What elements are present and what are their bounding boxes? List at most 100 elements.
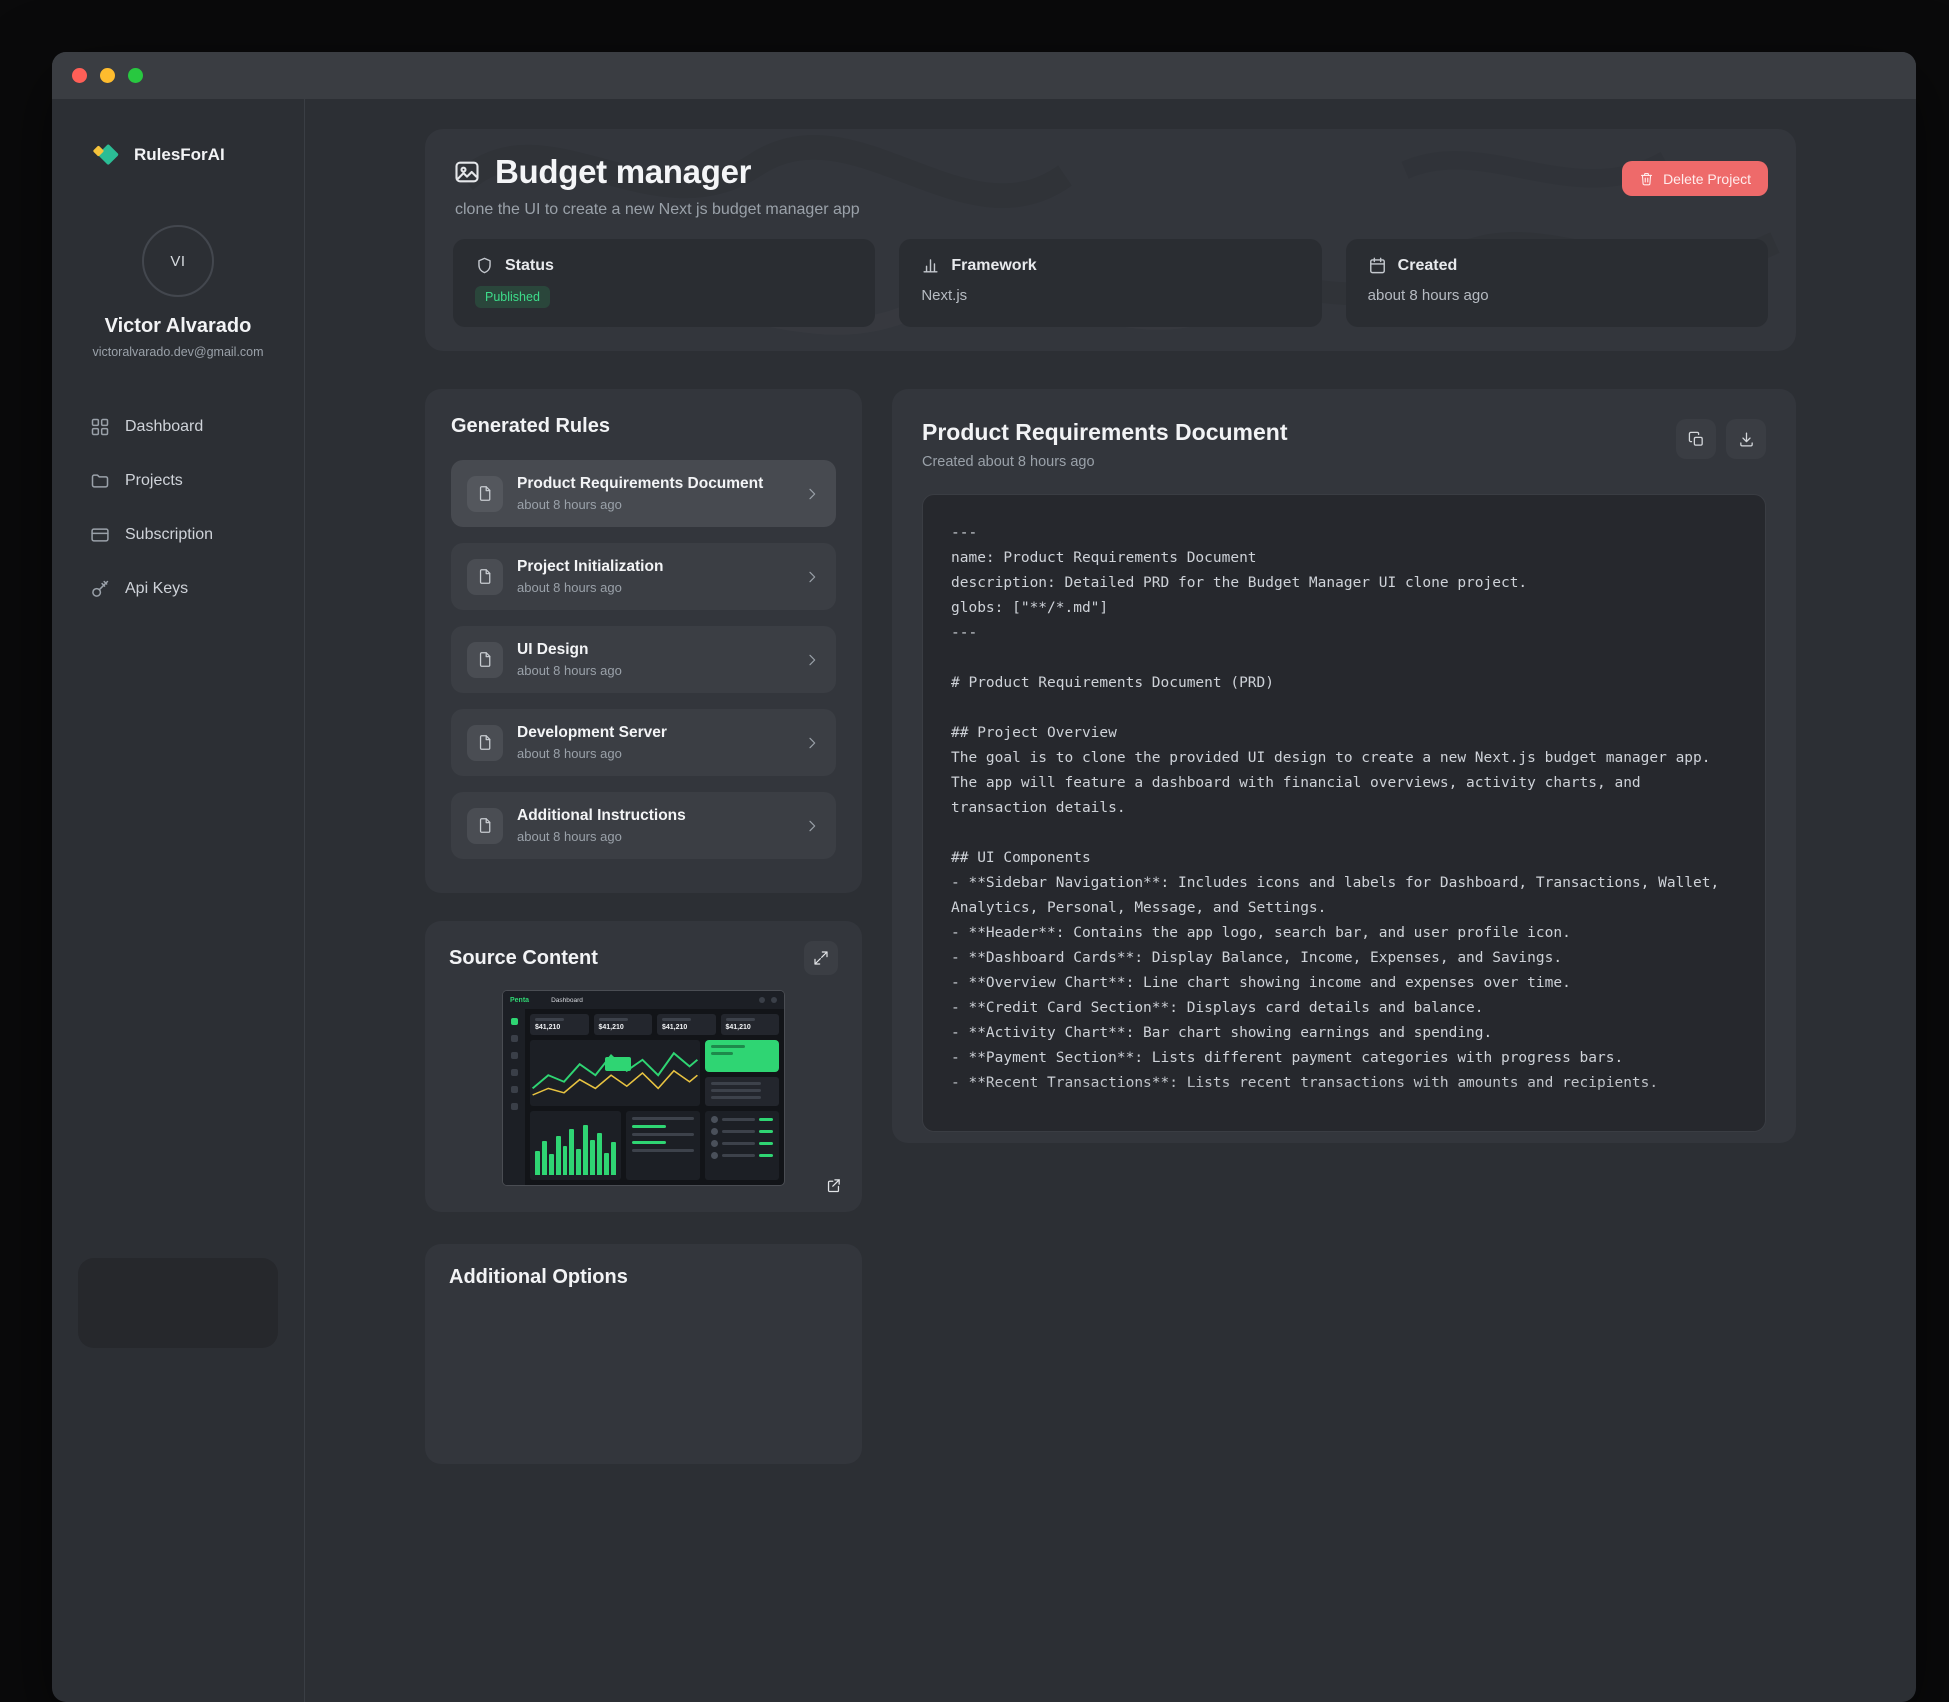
window-close-button[interactable] xyxy=(72,68,87,83)
file-icon xyxy=(467,476,503,512)
delete-project-button[interactable]: Delete Project xyxy=(1622,161,1768,196)
app-window: RulesForAI VI Victor Alvarado victoralva… xyxy=(52,52,1916,1702)
chevron-right-icon xyxy=(804,735,820,751)
thumb-header: Penta Dashboard xyxy=(503,991,784,1009)
left-column: Generated Rules Product Requirements Doc… xyxy=(425,389,862,1464)
page-title: Budget manager xyxy=(495,153,751,191)
delete-project-label: Delete Project xyxy=(1663,171,1751,187)
source-content-panel: Source Content Penta Dashboard xyxy=(425,921,862,1212)
user-name: Victor Alvarado xyxy=(52,315,304,338)
thumb-credit-card xyxy=(705,1040,779,1072)
document-panel: Product Requirements Document Created ab… xyxy=(892,389,1796,1143)
project-header: Budget manager clone the UI to create a … xyxy=(425,129,1796,351)
folder-icon xyxy=(90,471,110,491)
rule-meta: about 8 hours ago xyxy=(517,580,790,595)
rule-meta: about 8 hours ago xyxy=(517,663,790,678)
rule-item-additional-instructions[interactable]: Additional Instructions about 8 hours ag… xyxy=(451,792,836,859)
image-icon xyxy=(453,158,481,186)
created-value: about 8 hours ago xyxy=(1368,287,1746,304)
additional-options-title: Additional Options xyxy=(449,1266,838,1289)
rule-title: Additional Instructions xyxy=(517,807,790,825)
sidebar-item-label: Projects xyxy=(125,472,183,490)
rule-item-ui-design[interactable]: UI Design about 8 hours ago xyxy=(451,626,836,693)
document-content-wrap: --- name: Product Requirements Document … xyxy=(922,494,1766,1132)
sidebar-item-api-keys[interactable]: Api Keys xyxy=(76,567,280,611)
source-content-title: Source Content xyxy=(449,947,598,970)
expand-button[interactable] xyxy=(804,941,838,975)
thumb-stat-value: $41,210 xyxy=(599,1024,648,1031)
rule-item-project-initialization[interactable]: Project Initialization about 8 hours ago xyxy=(451,543,836,610)
sidebar-item-label: Api Keys xyxy=(125,580,188,598)
brand: RulesForAI xyxy=(52,99,304,171)
shield-icon xyxy=(475,256,494,275)
chevron-right-icon xyxy=(804,652,820,668)
thumb-brand: Penta xyxy=(510,997,529,1004)
thumb-stat-value: $41,210 xyxy=(535,1024,584,1031)
document-actions xyxy=(1676,419,1766,459)
rule-item-development-server[interactable]: Development Server about 8 hours ago xyxy=(451,709,836,776)
generated-rules-panel: Generated Rules Product Requirements Doc… xyxy=(425,389,862,893)
rule-item-prd[interactable]: Product Requirements Document about 8 ho… xyxy=(451,460,836,527)
sidebar-item-label: Subscription xyxy=(125,526,213,544)
sidebar-item-label: Dashboard xyxy=(125,418,203,436)
sidebar-item-subscription[interactable]: Subscription xyxy=(76,513,280,557)
thumb-page-title: Dashboard xyxy=(551,997,583,1004)
key-icon xyxy=(90,579,110,599)
thumb-stat-value: $41,210 xyxy=(662,1024,711,1031)
bar-chart-icon xyxy=(921,256,940,275)
thumb-sidebar xyxy=(503,1009,525,1185)
file-icon xyxy=(467,559,503,595)
chevron-right-icon xyxy=(804,818,820,834)
thumb-transactions xyxy=(705,1111,779,1180)
sidebar-bottom-card[interactable] xyxy=(78,1258,278,1348)
chevron-right-icon xyxy=(804,569,820,585)
sidebar-item-projects[interactable]: Projects xyxy=(76,459,280,503)
project-subtitle: clone the UI to create a new Next js bud… xyxy=(455,201,860,219)
copy-button[interactable] xyxy=(1676,419,1716,459)
thumb-body: $41,210 $41,210 $41,210 $41,210 xyxy=(525,1009,784,1185)
rule-meta: about 8 hours ago xyxy=(517,497,790,512)
framework-label: Framework xyxy=(951,257,1036,275)
sidebar: RulesForAI VI Victor Alvarado victoralva… xyxy=(52,99,305,1702)
thumb-bar-chart xyxy=(530,1111,621,1180)
download-button[interactable] xyxy=(1726,419,1766,459)
created-label: Created xyxy=(1398,257,1458,275)
framework-value: Next.js xyxy=(921,287,1299,304)
avatar-initials: VI xyxy=(170,253,185,270)
rule-meta: about 8 hours ago xyxy=(517,746,790,761)
sidebar-item-dashboard[interactable]: Dashboard xyxy=(76,405,280,449)
calendar-icon xyxy=(1368,256,1387,275)
avatar: VI xyxy=(142,225,214,297)
file-icon xyxy=(467,642,503,678)
window-zoom-button[interactable] xyxy=(128,68,143,83)
framework-card: Framework Next.js xyxy=(899,239,1321,327)
status-label: Status xyxy=(505,257,554,275)
chevron-right-icon xyxy=(804,486,820,502)
window-minimize-button[interactable] xyxy=(100,68,115,83)
window-titlebar xyxy=(52,52,1916,99)
document-title: Product Requirements Document xyxy=(922,419,1288,446)
diamond-logo-icon xyxy=(90,139,122,171)
rule-title: Product Requirements Document xyxy=(517,475,790,493)
file-icon xyxy=(467,808,503,844)
status-badge: Published xyxy=(475,286,550,308)
document-header: Product Requirements Document Created ab… xyxy=(922,419,1288,470)
user-profile: VI Victor Alvarado victoralvarado.dev@gm… xyxy=(52,225,304,359)
created-card: Created about 8 hours ago xyxy=(1346,239,1768,327)
project-info-cards: Status Published Framework Next.js xyxy=(453,239,1768,327)
file-icon xyxy=(467,725,503,761)
sidebar-nav: Dashboard Projects Subscription Api Keys xyxy=(52,405,304,611)
additional-options-panel: Additional Options xyxy=(425,1244,862,1464)
rules-list: Product Requirements Document about 8 ho… xyxy=(451,460,836,859)
rule-title: Development Server xyxy=(517,724,790,742)
thumb-line-chart xyxy=(530,1040,700,1106)
thumb-payments xyxy=(626,1111,700,1180)
rule-title: Project Initialization xyxy=(517,558,790,576)
source-thumbnail[interactable]: Penta Dashboard $41,210 $41,210 xyxy=(503,991,784,1185)
external-link-button[interactable] xyxy=(818,1170,848,1200)
project-titles: Budget manager clone the UI to create a … xyxy=(453,153,860,219)
brand-name: RulesForAI xyxy=(134,145,225,165)
main-content: Budget manager clone the UI to create a … xyxy=(305,99,1916,1524)
document-content: --- name: Product Requirements Document … xyxy=(922,494,1766,1132)
status-card: Status Published xyxy=(453,239,875,327)
